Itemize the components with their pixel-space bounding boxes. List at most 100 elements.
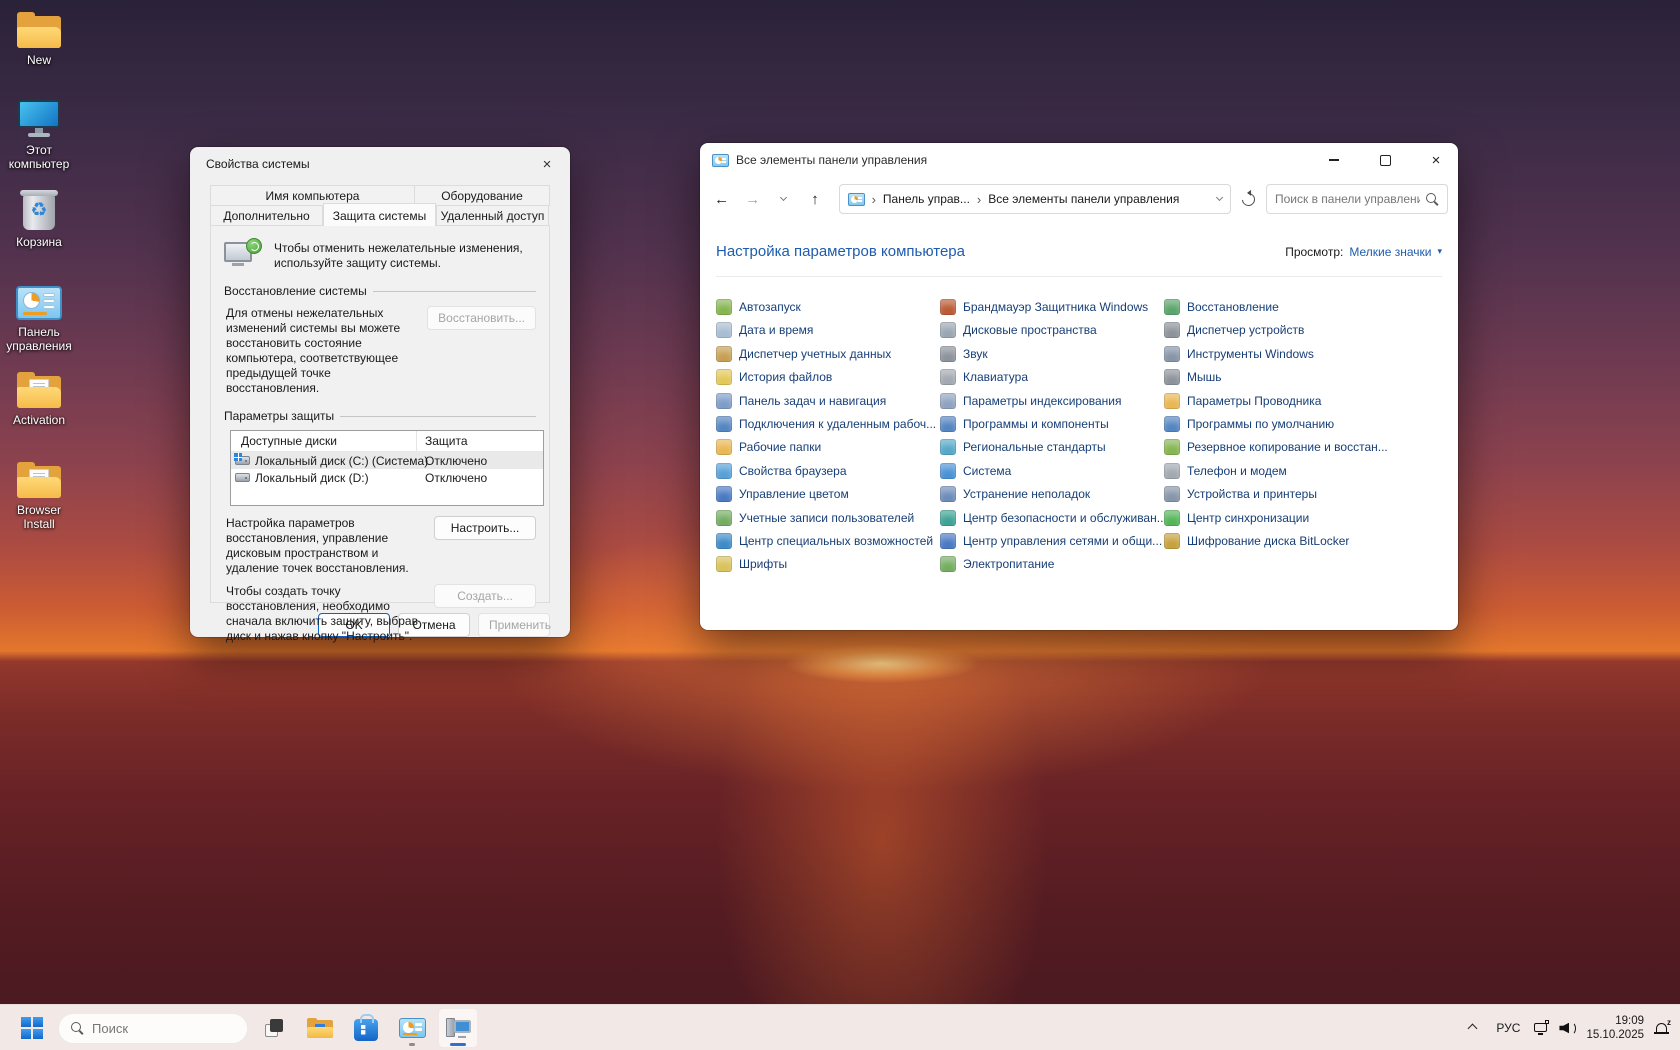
breadcrumb-control-panel[interactable]: Панель управ... — [883, 192, 970, 206]
tab-remote-access[interactable]: Удаленный доступ — [436, 205, 549, 226]
tab-system-protection[interactable]: Защита системы — [323, 203, 436, 226]
control-panel-item[interactable]: Диспетчер устройств — [1164, 322, 1442, 338]
control-panel-item[interactable]: История файлов — [716, 369, 940, 385]
microsoft-store-button[interactable] — [346, 1008, 386, 1048]
control-panel-item[interactable]: Учетные записи пользователей — [716, 510, 940, 526]
desktop-icon-this-pc[interactable]: Этот компьютер — [0, 100, 78, 171]
control-panel-item[interactable]: Устройства и принтеры — [1164, 486, 1442, 502]
recent-locations-icon[interactable] — [770, 185, 797, 213]
breadcrumb-all-items[interactable]: Все элементы панели управления — [988, 192, 1179, 206]
configure-button[interactable]: Настроить... — [434, 516, 536, 540]
create-restore-point-button[interactable]: Создать... — [434, 584, 536, 608]
volume-icon[interactable] — [1559, 1022, 1576, 1035]
configure-description: Настройка параметров восстановления, упр… — [226, 516, 434, 576]
close-icon[interactable]: × — [1414, 145, 1458, 175]
control-panel-item[interactable]: Мышь — [1164, 369, 1442, 385]
drive-name: Локальный диск (D:) — [255, 471, 369, 485]
control-panel-item[interactable]: Шифрование диска BitLocker — [1164, 533, 1442, 549]
control-panel-item[interactable]: Подключения к удаленным рабоч... — [716, 416, 940, 432]
control-panel-item[interactable]: Автозапуск — [716, 299, 940, 315]
control-panel-item[interactable]: Резервное копирование и восстан... — [1164, 439, 1442, 455]
restore-button[interactable]: Восстановить... — [427, 306, 536, 330]
date-time-icon — [716, 322, 732, 338]
control-panel-item-label: Звук — [963, 347, 988, 361]
this-pc-icon — [16, 100, 62, 138]
table-row[interactable]: Локальный диск (C:) (Система) Отключено — [231, 452, 543, 469]
control-panel-item[interactable]: Центр специальных возможностей — [716, 533, 940, 549]
control-panel-item-label: Свойства браузера — [739, 464, 847, 478]
address-bar[interactable]: › Панель управ... › Все элементы панели … — [839, 184, 1231, 214]
taskbar-search-input[interactable] — [92, 1021, 192, 1036]
desktop-icon-recycle-bin[interactable]: ♻ Корзина — [0, 190, 78, 249]
network-icon[interactable] — [1534, 1022, 1549, 1035]
control-panel-item[interactable]: Шрифты — [716, 556, 940, 572]
view-selector[interactable]: Просмотр: Мелкие значки ▾ — [1285, 245, 1442, 259]
desktop-icon-label: New — [27, 53, 51, 67]
control-panel-icon — [848, 193, 865, 206]
control-panel-item[interactable]: Центр синхронизации — [1164, 510, 1442, 526]
control-panel-item[interactable]: Звук — [940, 346, 1164, 362]
view-value[interactable]: Мелкие значки — [1349, 245, 1431, 259]
table-row[interactable]: Локальный диск (D:) Отключено — [231, 469, 543, 486]
control-panel-item[interactable]: Центр управления сетями и общи... — [940, 533, 1164, 549]
control-panel-item-label: Параметры Проводника — [1187, 394, 1321, 408]
clock[interactable]: 19:09 15.10.2025 — [1586, 1014, 1644, 1042]
file-explorer-button[interactable] — [300, 1008, 340, 1048]
control-panel-item[interactable]: Диспетчер учетных данных — [716, 346, 940, 362]
desktop-icon-new[interactable]: New — [0, 12, 78, 67]
control-panel-item[interactable]: Панель задач и навигация — [716, 393, 940, 409]
control-panel-item[interactable]: Программы и компоненты — [940, 416, 1164, 432]
control-panel-item[interactable]: Электропитание — [940, 556, 1164, 572]
folder-files-icon — [16, 372, 62, 408]
control-panel-item[interactable]: Центр безопасности и обслуживан... — [940, 510, 1164, 526]
control-panel-item[interactable]: Программы по умолчанию — [1164, 416, 1442, 432]
control-panel-item[interactable]: Устранение неполадок — [940, 486, 1164, 502]
maximize-icon[interactable] — [1363, 145, 1407, 175]
tab-advanced[interactable]: Дополнительно — [210, 205, 323, 226]
restore-group-label: Восстановление системы — [224, 284, 367, 298]
control-panel-item[interactable]: Параметры Проводника — [1164, 393, 1442, 409]
minimize-icon[interactable] — [1312, 145, 1356, 175]
control-panel-item[interactable]: Телефон и модем — [1164, 463, 1442, 479]
control-panel-item[interactable]: Свойства браузера — [716, 463, 940, 479]
address-dropdown-icon[interactable] — [1216, 194, 1223, 201]
control-panel-item[interactable]: Дисковые пространства — [940, 322, 1164, 338]
control-panel-searchbox[interactable] — [1266, 184, 1448, 214]
internet-options-icon — [716, 463, 732, 479]
control-panel-item[interactable]: Управление цветом — [716, 486, 940, 502]
control-panel-item[interactable]: Региональные стандарты — [940, 439, 1164, 455]
task-view-button[interactable] — [254, 1008, 294, 1048]
control-panel-item[interactable]: Восстановление — [1164, 299, 1442, 315]
control-panel-item[interactable]: Дата и время — [716, 322, 940, 338]
system-properties-taskbar-button[interactable] — [438, 1008, 478, 1048]
tray-expand-button[interactable] — [1463, 1021, 1482, 1035]
control-panel-item[interactable]: Параметры индексирования — [940, 393, 1164, 409]
forward-icon[interactable]: → — [739, 185, 766, 213]
close-icon[interactable]: × — [534, 153, 560, 175]
search-input[interactable] — [1275, 192, 1420, 206]
folder-files-icon — [16, 462, 62, 498]
taskbar-search[interactable] — [58, 1013, 248, 1044]
language-indicator[interactable]: РУС — [1492, 1021, 1524, 1035]
control-panel-item[interactable]: Система — [940, 463, 1164, 479]
column-header-protection[interactable]: Защита — [417, 431, 543, 451]
control-panel-item[interactable]: Клавиатура — [940, 369, 1164, 385]
control-panel-item[interactable]: Инструменты Windows — [1164, 346, 1442, 362]
desktop-icon-browser-install[interactable]: Browser Install — [0, 462, 78, 531]
refresh-icon[interactable] — [1235, 185, 1262, 213]
column-header-drives[interactable]: Доступные диски — [231, 431, 417, 451]
control-panel-item[interactable]: Рабочие папки — [716, 439, 940, 455]
notification-bell-icon[interactable]: z — [1654, 1021, 1670, 1036]
start-button[interactable] — [12, 1008, 52, 1048]
up-icon[interactable]: ↑ — [801, 185, 828, 213]
explorer-options-icon — [1164, 393, 1180, 409]
control-panel-item[interactable]: Брандмауэр Защитника Windows — [940, 299, 1164, 315]
control-panel-item-label: Управление цветом — [739, 487, 849, 501]
control-panel-taskbar-button[interactable] — [392, 1008, 432, 1048]
back-icon[interactable]: ← — [708, 185, 735, 213]
desktop-icon-activation[interactable]: Activation — [0, 372, 78, 427]
tray-time: 19:09 — [1586, 1014, 1644, 1028]
control-panel-item-label: Программы и компоненты — [963, 417, 1109, 431]
desktop-icon-control-panel[interactable]: Панель управления — [0, 286, 78, 353]
file-explorer-icon — [307, 1018, 333, 1038]
